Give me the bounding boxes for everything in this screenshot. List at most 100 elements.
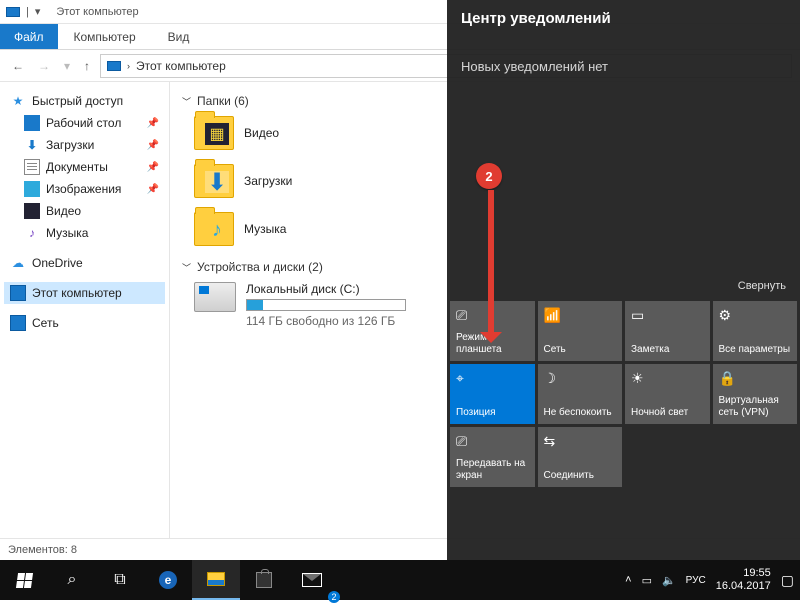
sidebar-item-label: Рабочий стол	[46, 116, 121, 130]
taskbar-clock[interactable]: 19:55 16.04.2017	[716, 567, 771, 592]
tab-view[interactable]: Вид	[152, 24, 206, 49]
tray-chevron-icon[interactable]: ˄	[625, 574, 631, 586]
section-title: Устройства и диски (2)	[197, 260, 323, 274]
quick-action-tile[interactable]: 📶Сеть	[538, 301, 623, 361]
chevron-down-icon: ﹀	[182, 261, 191, 274]
sidebar-thispc[interactable]: Этот компьютер	[4, 282, 165, 304]
quick-action-tile[interactable]: ⎚Передавать на экран	[450, 427, 535, 487]
tray-language[interactable]: РУС	[686, 575, 706, 586]
tile-label: Сеть	[544, 344, 617, 356]
taskbar-store[interactable]	[240, 560, 288, 600]
drive-name: Локальный диск (C:)	[246, 282, 406, 296]
tile-label: Все параметры	[719, 344, 792, 356]
address-thispc-icon	[107, 61, 121, 71]
item-count: Элементов: 8	[8, 544, 77, 556]
tile-icon: ▭	[631, 307, 704, 323]
tray-volume-icon[interactable]: 🔈	[662, 574, 676, 587]
sidebar-item-videos[interactable]: Видео	[4, 200, 165, 222]
action-center-empty: Новых уведомлений нет	[447, 33, 800, 84]
quick-action-tile[interactable]: ☀Ночной свет	[625, 364, 710, 424]
music-icon: ♪	[24, 225, 40, 241]
tile-label: Соединить	[544, 470, 617, 482]
action-center: Центр уведомлений Новых уведомлений нет …	[447, 0, 800, 560]
documents-icon	[24, 159, 40, 175]
thispc-icon	[6, 7, 20, 17]
forward-button[interactable]: →	[34, 57, 54, 75]
quick-action-tile[interactable]: 🔒 Виртуальная сеть (VPN)	[713, 364, 798, 424]
tile-label: Не беспокоить	[544, 407, 617, 419]
folder-icon: ♪	[194, 212, 234, 246]
sidebar-quick-access[interactable]: ★ Быстрый доступ	[4, 90, 165, 112]
action-center-title: Центр уведомлений	[447, 0, 800, 33]
section-title: Папки (6)	[197, 94, 249, 108]
annotation-arrow-down	[488, 190, 494, 340]
clock-date: 16.04.2017	[716, 580, 771, 593]
folder-icon: ▦	[194, 116, 234, 150]
quick-action-tile[interactable]: ☽Не беспокоить	[538, 364, 623, 424]
up-button[interactable]: ↑	[80, 57, 94, 75]
folder-icon: ⬇	[194, 164, 234, 198]
sidebar-item-pictures[interactable]: Изображения 📌	[4, 178, 165, 200]
address-chevron-icon: ›	[127, 61, 130, 71]
pictures-icon	[24, 181, 40, 197]
qat-dropdown-icon[interactable]: ▾	[35, 5, 41, 18]
tile-icon: ☀	[631, 370, 704, 386]
tile-icon: ⚙	[719, 307, 792, 323]
quick-action-tile[interactable]: ⌖Позиция	[450, 364, 535, 424]
tab-computer[interactable]: Компьютер	[58, 24, 152, 49]
tile-icon: ⇆	[544, 433, 617, 449]
pin-icon: 📌	[147, 162, 159, 173]
tile-label: Виртуальная сеть (VPN)	[719, 395, 792, 418]
recent-dropdown[interactable]: ▾	[60, 57, 74, 75]
desktop-icon	[24, 115, 40, 131]
sidebar-item-documents[interactable]: Документы 📌	[4, 156, 165, 178]
tile-label: Заметка	[631, 344, 704, 356]
pin-icon: 📌	[147, 140, 159, 151]
quick-action-tile[interactable]: ⚙ Все параметры	[713, 301, 798, 361]
sidebar-network[interactable]: Сеть	[4, 312, 165, 334]
back-button[interactable]: ←	[8, 57, 28, 75]
drive-free-text: 114 ГБ свободно из 126 ГБ	[246, 314, 406, 328]
taskbar-explorer[interactable]	[192, 560, 240, 600]
address-path: Этот компьютер	[136, 59, 226, 73]
tile-icon: 🔒	[719, 370, 792, 386]
action-center-collapse[interactable]: Свернуть	[447, 274, 800, 298]
tile-label: Позиция	[456, 407, 529, 419]
action-center-button[interactable]: ▢	[781, 572, 794, 589]
taskview-button[interactable]: ⧉	[96, 560, 144, 600]
explorer-icon	[207, 572, 225, 586]
sidebar-item-desktop[interactable]: Рабочий стол 📌	[4, 112, 165, 134]
star-icon: ★	[10, 93, 26, 109]
taskbar-mail[interactable]: 2	[288, 560, 336, 600]
videos-icon	[24, 203, 40, 219]
sidebar-label: Быстрый доступ	[32, 94, 123, 108]
folder-label: Музыка	[244, 222, 286, 236]
taskbar-edge[interactable]: e	[144, 560, 192, 600]
file-tab[interactable]: Файл	[0, 24, 58, 49]
folder-label: Видео	[244, 126, 279, 140]
annotation-marker-2: 2	[476, 163, 502, 189]
tray-network-icon[interactable]: ▭	[642, 574, 652, 587]
qat-divider: |	[26, 6, 29, 18]
sidebar-item-label: Этот компьютер	[32, 286, 122, 300]
sidebar-item-label: Загрузки	[46, 138, 94, 152]
sidebar-item-downloads[interactable]: ⬇ Загрузки 📌	[4, 134, 165, 156]
mail-badge: 2	[328, 591, 340, 603]
tile-icon: ⎚	[456, 433, 529, 449]
drive-icon	[194, 282, 236, 312]
sidebar-item-label: OneDrive	[32, 256, 83, 270]
thispc-icon	[10, 285, 26, 301]
quick-action-tile[interactable]: ⇆ Соединить	[538, 427, 623, 487]
sidebar-onedrive[interactable]: ☁ OneDrive	[4, 252, 165, 274]
sidebar-item-label: Сеть	[32, 316, 59, 330]
start-button[interactable]	[0, 560, 48, 600]
quick-action-tiles: ⎚Режим планшета📶Сеть▭Заметка⚙Все парамет…	[447, 298, 800, 490]
sidebar-item-music[interactable]: ♪ Музыка	[4, 222, 165, 244]
quick-action-tile[interactable]: ▭ Заметка	[625, 301, 710, 361]
search-icon: ⌕	[68, 571, 77, 589]
search-button[interactable]: ⌕	[48, 560, 96, 600]
folder-label: Загрузки	[244, 174, 292, 188]
taskbar: ⌕ ⧉ e 2 ˄ ▭ 🔈 РУС 19:55 16.04.2017 ▢	[0, 560, 800, 600]
sidebar-item-label: Видео	[46, 204, 81, 218]
store-icon	[256, 572, 272, 588]
